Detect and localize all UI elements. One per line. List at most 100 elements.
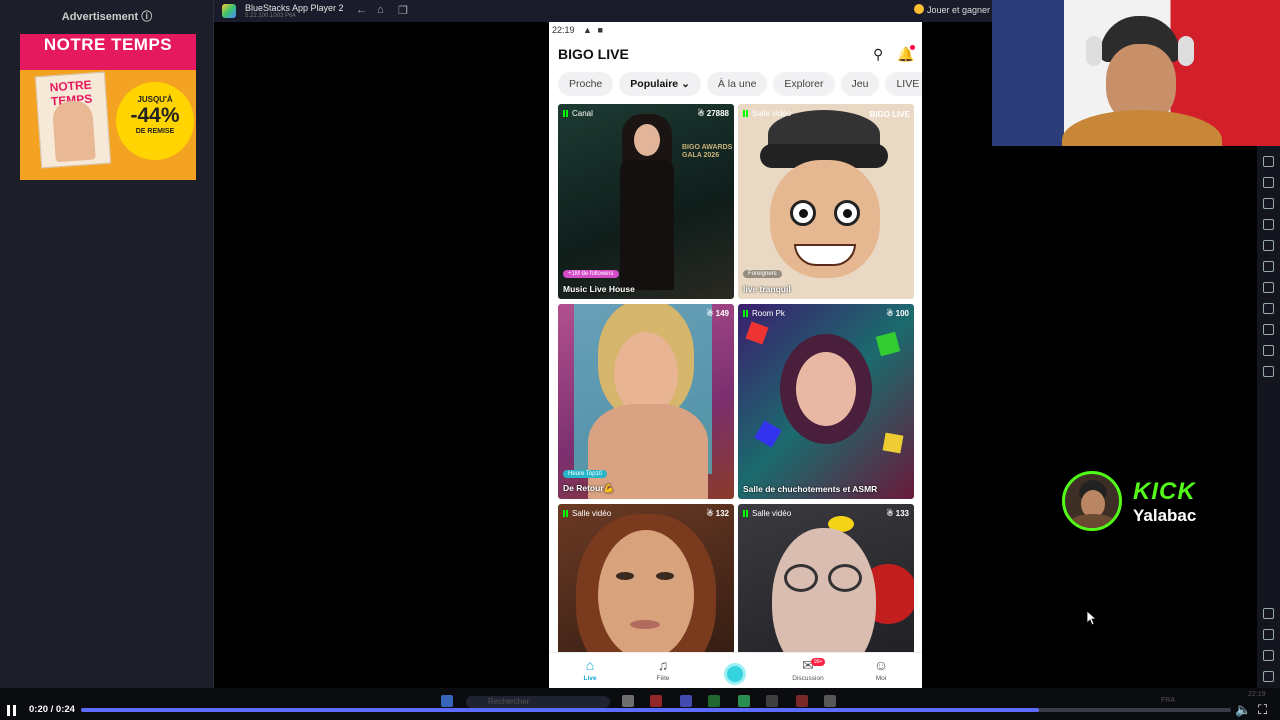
category-tabs: Proche Populaire ⌄ À la une Explorer Jeu…	[558, 72, 922, 96]
kick-avatar	[1062, 471, 1122, 531]
card-tag: Room Pk	[743, 309, 785, 318]
sidebar-tool-icon[interactable]	[1263, 324, 1274, 335]
live-card[interactable]: BIGO AWARDS GALA 2026 Canal ☃ 27888 +1M …	[558, 104, 734, 299]
live-card[interactable]: ☃ 149 Heure Top10 De Retour💪	[558, 304, 734, 499]
taskbar-search-placeholder: Rechercher	[488, 697, 530, 706]
screen: Advertisement ⓘ NOTRE TEMPS NOTRE TEMPS …	[0, 0, 1280, 720]
pause-button[interactable]	[7, 705, 17, 716]
sidebar-tool-icon[interactable]	[1263, 240, 1274, 251]
chat-icon: ✉	[802, 657, 814, 673]
tab-a-la-une[interactable]: À la une	[706, 72, 768, 96]
viewer-count: ☃ 133	[886, 509, 909, 518]
promo-value: -44%	[130, 104, 180, 127]
viewer-count: ☃ 132	[706, 509, 729, 518]
taskbar-app-icon[interactable]	[680, 695, 692, 707]
card-badge: Heure Top10	[563, 470, 608, 478]
kick-username: Yalabac	[1133, 506, 1197, 525]
live-bars-icon	[743, 510, 750, 517]
seek-bar[interactable]	[81, 708, 1231, 712]
live-bars-icon	[743, 310, 750, 317]
window-title: BlueStacks App Player 2	[245, 3, 344, 13]
multitask-icon[interactable]: ❐	[398, 4, 408, 17]
promo-disc: JUSQU'À -44% DE REMISE	[116, 82, 194, 160]
taskbar-search[interactable]: Rechercher	[466, 696, 610, 708]
profile-icon: ☺	[873, 657, 889, 673]
discussion-badge: 99+	[811, 658, 826, 666]
taskbar-app-icon[interactable]	[708, 695, 720, 707]
kick-logo: KICK	[1133, 478, 1196, 505]
card-tag: Salle vidéo	[743, 109, 791, 118]
magazine-cover: NOTRE TEMPS	[34, 71, 112, 169]
promo-top: JUSQU'À	[137, 95, 173, 104]
taskbar-app-icon[interactable]	[738, 695, 750, 707]
sidebar-tool-icon[interactable]	[1263, 345, 1274, 356]
search-icon[interactable]: ⚲	[873, 46, 883, 63]
ad-brand: NOTRE TEMPS	[20, 34, 196, 70]
viewer-count: ☃ 149	[706, 309, 729, 318]
card-tag: Salle vidéo	[743, 509, 791, 518]
taskbar-app-icon[interactable]	[824, 695, 836, 707]
live-bars-icon	[563, 510, 570, 517]
card-badge: Foreigners	[743, 270, 782, 278]
chevron-down-icon: ⌄	[681, 78, 690, 90]
taskbar-app-icon[interactable]	[766, 695, 778, 707]
nav-discussion-label: Discussion	[792, 675, 824, 682]
sidebar-tool-icon[interactable]	[1263, 219, 1274, 230]
card-title: De Retour💪	[563, 483, 615, 493]
sidebar-tool-icon[interactable]	[1263, 282, 1274, 293]
play-and-win-label: Jouer et gagner	[926, 5, 990, 15]
notification-square-icon: ■	[597, 25, 603, 35]
back-arrow-icon[interactable]	[1263, 629, 1274, 640]
sidebar-tool-icon[interactable]	[1263, 177, 1274, 188]
nav-moi-label: Moi	[875, 675, 887, 682]
gear-icon[interactable]	[1263, 608, 1274, 619]
nav-fete-label: Fête	[656, 675, 670, 682]
info-icon[interactable]: ⓘ	[141, 11, 152, 23]
taskbar-app-icon[interactable]	[622, 695, 634, 707]
viewer-count: ☃ 27888	[697, 109, 729, 118]
home-icon[interactable]: ⌂	[377, 4, 384, 16]
play-and-win-button[interactable]: Jouer et gagner	[913, 4, 990, 15]
taskbar-app-icon[interactable]	[650, 695, 662, 707]
nav-discussion[interactable]: ✉ Discussion	[783, 657, 833, 682]
card-tag: Salle vidéo	[563, 509, 611, 518]
windows-start-icon[interactable]	[441, 695, 453, 707]
tab-jeu[interactable]: Jeu	[840, 72, 880, 96]
sidebar-tool-icon[interactable]	[1263, 261, 1274, 272]
tab-explorer[interactable]: Explorer	[773, 72, 835, 96]
nav-fete[interactable]: ♫ Fête	[638, 657, 688, 682]
sidebar-tool-icon[interactable]	[1263, 198, 1274, 209]
card-title: Salle de chuchotements et ASMR	[743, 484, 878, 494]
tab-live-virtuel[interactable]: LIVE Virtuel	[885, 72, 922, 96]
volume-icon[interactable]: 🔈	[1235, 702, 1251, 718]
live-card[interactable]: BIGO LIVE Salle vidéo Foreigners live tr…	[738, 104, 914, 299]
nav-moi[interactable]: ☺ Moi	[856, 657, 906, 682]
coin-icon	[913, 4, 924, 14]
ad-banner[interactable]: NOTRE TEMPS NOTRE TEMPS JUSQU'À -44% DE …	[20, 34, 196, 180]
party-icon: ♫	[657, 657, 669, 673]
cover-photo	[51, 99, 96, 163]
card-tag: Canal	[563, 109, 593, 118]
sidebar-tool-icon[interactable]	[1263, 366, 1274, 377]
fullscreen-icon[interactable]: ⛶	[1258, 702, 1267, 718]
tab-proche[interactable]: Proche	[558, 72, 614, 96]
back-arrow-icon[interactable]: ←	[356, 4, 367, 16]
go-live-button[interactable]	[724, 663, 746, 685]
app-title: BIGO LIVE	[558, 46, 629, 62]
live-bars-icon	[743, 110, 750, 117]
phone-screen: 22:19 ▲ ■ BIGO LIVE ⚲ 🔔 Proche Populaire…	[549, 22, 922, 688]
taskbar-app-icon[interactable]	[796, 695, 808, 707]
tab-populaire[interactable]: Populaire ⌄	[619, 72, 701, 96]
playback-time: 0:20 / 0:24	[29, 704, 75, 715]
bluestacks-titlebar: BlueStacks App Player 2 5.22.100.1003 P6…	[214, 0, 992, 22]
bluestacks-logo	[222, 4, 236, 18]
status-bar: 22:19 ▲ ■	[549, 22, 922, 38]
live-card[interactable]: Room Pk ☃ 100 Salle de chuchotements et …	[738, 304, 914, 499]
nav-live-label: Live	[583, 675, 597, 682]
sidebar-tool-icon[interactable]	[1263, 303, 1274, 314]
sidebar-tool-icon[interactable]	[1263, 156, 1274, 167]
nav-live[interactable]: ⌂ Live	[565, 657, 615, 682]
home-icon[interactable]	[1263, 650, 1274, 661]
notification-dot	[910, 45, 915, 50]
recent-apps-icon[interactable]	[1263, 671, 1274, 682]
